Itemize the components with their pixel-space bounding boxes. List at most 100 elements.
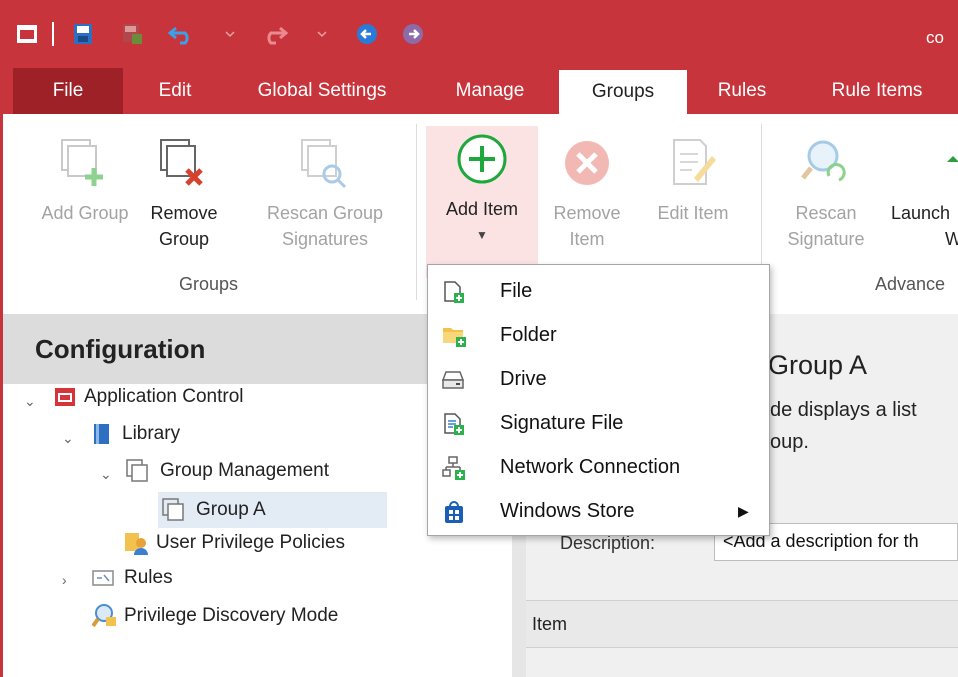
folder-add-icon	[443, 328, 466, 347]
tree-node-group-a[interactable]: Group A	[158, 492, 387, 528]
rescan-group-label-1: Rescan Group	[266, 203, 384, 223]
launch-label-2: W	[945, 229, 958, 249]
signature-file-icon	[444, 413, 464, 435]
tab-manage[interactable]: Manage	[440, 68, 540, 114]
items-table-header: Item	[526, 600, 958, 648]
menu-item-windows-store[interactable]: Windows Store ▶	[428, 489, 769, 533]
tree-node-user-privilege-policies[interactable]: User Privilege Policies	[124, 531, 345, 555]
group-icon	[126, 459, 148, 482]
rescan-signature-icon	[801, 140, 846, 182]
tree-node-application-control[interactable]: Application Control	[54, 386, 243, 408]
plus-circle-icon	[457, 134, 507, 184]
undo-dropdown-icon[interactable]	[222, 20, 238, 48]
book-icon	[94, 424, 109, 444]
tree-node-group-management[interactable]: Group Management	[126, 459, 329, 483]
tree-node-rules[interactable]: Rules	[92, 567, 173, 589]
description-label: Description:	[560, 533, 656, 553]
menu-item-label: Folder	[500, 324, 557, 346]
menu-item-drive[interactable]: Drive	[428, 357, 769, 401]
rescan-group-signatures-button[interactable]: Rescan Group Signatures	[255, 136, 395, 252]
add-item-dropdown-icon: ▼	[476, 228, 488, 242]
remove-group-icon	[160, 139, 203, 186]
save-icon[interactable]	[68, 20, 98, 48]
launch-label-1: Launch	[891, 203, 951, 223]
add-item-label: Add Item	[445, 199, 519, 219]
menu-item-label: Windows Store	[500, 500, 635, 522]
rescan-signature-button[interactable]: Rescan Signature	[771, 136, 881, 252]
tab-edit[interactable]: Edit	[130, 68, 220, 114]
separator-icon	[48, 20, 58, 48]
rules-icon	[92, 570, 114, 586]
advanced-group-label: Advance	[875, 274, 946, 294]
tab-file[interactable]: File	[13, 68, 123, 114]
menu-item-signature-file[interactable]: Signature File	[428, 401, 769, 445]
menu-item-folder[interactable]: Folder	[428, 313, 769, 357]
menu-item-network-connection[interactable]: Network Connection	[428, 445, 769, 489]
tab-rules[interactable]: Rules	[700, 68, 784, 114]
tree-label: Rules	[124, 567, 173, 588]
application-control-icon	[55, 388, 75, 406]
add-group-icon	[61, 139, 103, 186]
details-title: Group A	[768, 350, 868, 380]
menu-item-file[interactable]: File	[428, 269, 769, 313]
menu-item-label: File	[500, 280, 533, 302]
undo-icon[interactable]	[166, 20, 198, 48]
tree-node-library[interactable]: Library	[92, 423, 180, 445]
tab-groups[interactable]: Groups	[559, 70, 687, 114]
menu-item-label: Signature File	[500, 412, 624, 434]
column-item[interactable]: Item	[532, 614, 567, 635]
add-group-button[interactable]: Add Group	[29, 136, 141, 226]
redo-dropdown-icon[interactable]	[314, 20, 330, 48]
tree-label: User Privilege Policies	[156, 532, 346, 553]
submenu-arrow-icon: ▶	[738, 503, 749, 519]
rescan-signature-label-1: Rescan	[795, 203, 857, 223]
groups-group-label: Groups	[179, 274, 239, 294]
launch-button[interactable]: Launch W	[891, 136, 958, 252]
launch-icon	[947, 156, 958, 162]
privilege-discovery-icon	[92, 604, 116, 628]
save-as-icon[interactable]	[118, 20, 148, 48]
rescan-group-icon	[301, 139, 347, 189]
window-title: co	[926, 28, 944, 47]
back-arrow-icon[interactable]	[352, 20, 382, 48]
remove-x-circle-icon	[565, 141, 609, 185]
remove-item-button[interactable]: Remove Item	[547, 136, 627, 252]
menu-tabs: File Edit Global Settings Manage Groups …	[0, 68, 958, 114]
forward-arrow-icon[interactable]	[398, 20, 428, 48]
edit-item-button[interactable]: Edit Item	[643, 136, 743, 226]
menu-item-label: Drive	[500, 368, 547, 390]
chevron-right-icon[interactable]: ›	[62, 572, 67, 588]
drive-icon	[442, 371, 465, 389]
title-bar: co	[0, 0, 958, 68]
user-privilege-icon	[125, 533, 148, 555]
windows-store-icon	[445, 501, 463, 523]
remove-group-label-1: Remove	[150, 203, 218, 223]
remove-group-label-2: Group	[158, 229, 210, 249]
add-group-label: Add Group	[41, 203, 129, 223]
add-item-button[interactable]: Add Item ▼	[426, 126, 538, 278]
configuration-title: Configuration	[35, 334, 206, 364]
network-connection-icon	[442, 456, 465, 480]
group-icon	[162, 498, 184, 521]
tree-label: Group Management	[160, 460, 329, 481]
tree-label: Application Control	[84, 386, 244, 407]
menu-item-label: Network Connection	[500, 456, 681, 478]
remove-item-label-2: Item	[569, 229, 605, 249]
chevron-down-icon[interactable]: ⌄	[24, 393, 36, 410]
details-description-line-1: de displays a list	[770, 399, 917, 421]
details-description-line-2: oup.	[770, 431, 809, 453]
tree-label: Library	[122, 423, 181, 444]
chevron-down-icon[interactable]: ⌄	[62, 430, 74, 447]
tree-label: Group A	[196, 499, 266, 520]
chevron-down-icon[interactable]: ⌄	[100, 466, 112, 483]
redo-icon[interactable]	[258, 20, 290, 48]
tab-rule-items[interactable]: Rule Items	[810, 68, 944, 114]
app-icon	[12, 20, 42, 48]
add-item-dropdown-menu: File Folder Drive Signature File Network…	[427, 264, 770, 536]
tab-global-settings[interactable]: Global Settings	[234, 68, 410, 114]
edit-item-label: Edit Item	[657, 203, 729, 223]
tree-label: Privilege Discovery Mode	[124, 605, 339, 626]
remove-group-button[interactable]: Remove Group	[149, 136, 219, 252]
tree-node-privilege-discovery-mode[interactable]: Privilege Discovery Mode	[92, 603, 338, 629]
file-add-icon	[444, 281, 464, 303]
